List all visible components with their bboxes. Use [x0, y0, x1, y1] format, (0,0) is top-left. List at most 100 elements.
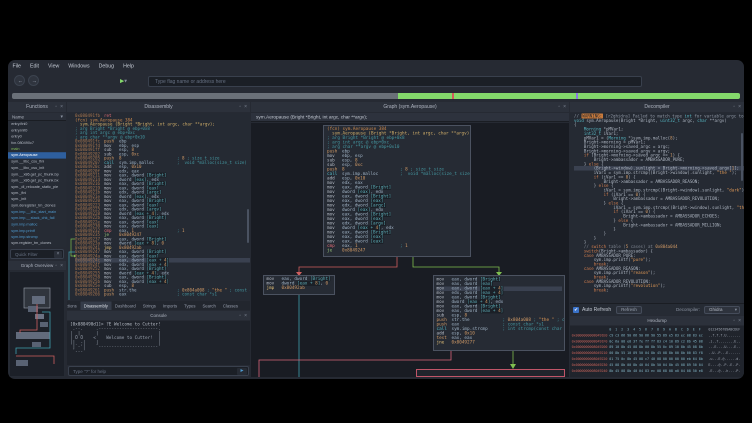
float-icon[interactable]: ▫: [55, 104, 57, 110]
decompiler-toolbar: ✔ Auto Refresh Refresh Decompiler: Ghidr…: [570, 303, 744, 315]
function-list-item[interactable]: sym.register_tm_clones: [8, 240, 66, 246]
decompiler-line: break;: [574, 288, 744, 292]
decompiler-selector-label: Decompiler:: [676, 307, 700, 312]
back-button[interactable]: ←: [14, 75, 25, 86]
dock-tab[interactable]: Disassembly: [80, 302, 111, 311]
seekbar-mapped: [398, 93, 740, 99]
close-icon[interactable]: ×: [563, 104, 566, 110]
toolbar: ← → ▶▾ Type flag name or address here: [8, 72, 744, 90]
console-send-button[interactable]: ▸: [237, 368, 247, 375]
float-icon[interactable]: ▫: [239, 313, 241, 319]
menu-item[interactable]: Help: [119, 60, 139, 72]
graph-overview-header: Graph Overview ▫×: [8, 261, 66, 270]
dock-tab[interactable]: Imports: [159, 302, 180, 311]
menu-item[interactable]: File: [8, 60, 25, 72]
graph-canvas[interactable]: (fcn) sym.Aeropause 384 sym.Aeropause (B…: [251, 123, 569, 377]
hexdump-row[interactable]: 0x00000000080492408b 45 08 8b 40 04 83 e…: [572, 368, 744, 374]
console-input[interactable]: Type "?" for help ▸: [68, 366, 249, 376]
close-icon[interactable]: ×: [738, 104, 741, 110]
graph-overview-minimap[interactable]: [9, 271, 65, 377]
screen: FileEditViewWindowsDebugHelp ← → ▶▾ Type…: [0, 0, 752, 423]
dock-tab[interactable]: Classes: [219, 302, 241, 311]
console-panel-title: Console: [67, 311, 250, 320]
console-ascii-art: .--. .-----------------------. | _|_ | |…: [70, 327, 250, 354]
functions-name-header[interactable]: Name ▾: [8, 113, 66, 121]
float-icon[interactable]: ▫: [733, 104, 735, 110]
close-icon[interactable]: ×: [60, 263, 63, 269]
column-header-label: Name: [12, 115, 24, 120]
minimap-graphic: [10, 272, 64, 376]
menu-bar: FileEditViewWindowsDebugHelp: [8, 60, 744, 72]
close-icon[interactable]: ×: [738, 318, 741, 324]
dock-tab[interactable]: Types: [181, 302, 199, 311]
menu-item[interactable]: View: [44, 60, 64, 72]
decompiler-line: void sym.Aeropause(Bright *Bright, uint3…: [574, 118, 744, 122]
dock-tabs: SectionsDisassemblyDashboardStringsImpor…: [67, 301, 250, 310]
disasm-line[interactable]: 0x08049266pusheax; const char *s1: [75, 292, 250, 296]
decompiler-view[interactable]: // WARNING: [r2ghidra] Failed to match t…: [570, 113, 744, 302]
decompiler-select[interactable]: Ghidra ▾: [704, 306, 740, 314]
graph-node-true[interactable]: moveax, dword [Bright]movdword [eax + 8]…: [263, 275, 335, 295]
graph-node-line: jmp0x80492ab: [267, 286, 335, 291]
menu-item[interactable]: Debug: [94, 60, 118, 72]
graph-signature-bar: sym.Aeropause (Bright *Bright, int argc,…: [251, 113, 569, 122]
functions-list: entry.fini0entry.init0entry0fcn.080490c7…: [8, 121, 66, 247]
disassembly-scrollbar[interactable]: [247, 209, 249, 243]
float-icon[interactable]: ▫: [239, 104, 241, 110]
graph-panel-header: Graph (sym.Aeropause) ▫×: [251, 102, 569, 112]
function-list-item[interactable]: sym._dl_relocate_static_pie: [8, 184, 66, 190]
hexdump-panel-title: Hexdump: [570, 316, 744, 325]
forward-button[interactable]: →: [28, 75, 39, 86]
quick-filter-input[interactable]: Quick Filter ×: [10, 249, 64, 259]
console-panel-header: Console ▫×: [67, 311, 250, 320]
dock-tab[interactable]: Search: [199, 302, 219, 311]
console-output: [0x080490d1]> ?E Welcome to Cutter! .--.…: [67, 321, 250, 365]
forward-icon: →: [29, 76, 39, 86]
float-icon[interactable]: ▫: [733, 318, 735, 324]
clear-filter-button[interactable]: ×: [54, 251, 62, 258]
auto-refresh-checkbox[interactable]: ✔: [573, 307, 579, 313]
function-signature: sym.Aeropause (Bright *Bright, int argc,…: [251, 113, 569, 122]
hexdump-view: 0 1 2 3 4 5 6 7 8 9 A B C D E F012345678…: [570, 326, 744, 377]
graph-node-line: jne0x8049277: [437, 341, 563, 346]
cutter-window: FileEditViewWindowsDebugHelp ← → ▶▾ Type…: [8, 60, 744, 379]
decompiler-panel-header: Decompiler ▫×: [570, 102, 744, 112]
refresh-button[interactable]: Refresh: [616, 306, 642, 314]
dock-tab[interactable]: Dashboard: [111, 302, 139, 311]
graph-node-false[interactable]: moveax, dword [Bright]moveax, dword [eax…: [433, 275, 565, 351]
sort-caret-icon: ▾: [60, 114, 63, 120]
graph-panel-title: Graph (sym.Aeropause): [251, 102, 569, 112]
back-icon: ←: [15, 76, 25, 86]
dock-tab[interactable]: Sections: [67, 302, 80, 311]
menu-item[interactable]: Edit: [25, 60, 43, 72]
close-icon[interactable]: ×: [60, 104, 63, 110]
disassembly-panel-title: Disassembly: [67, 102, 250, 112]
decompiler-scrollbar[interactable]: [741, 133, 743, 181]
float-icon[interactable]: ▫: [558, 104, 560, 110]
menu-item[interactable]: Windows: [64, 60, 94, 72]
close-icon[interactable]: ×: [244, 313, 247, 319]
seekbar-marker-violet: [576, 93, 578, 99]
graph-node-line: je0x8049247: [327, 249, 468, 254]
seekbar-unmapped: [12, 93, 398, 99]
omnibar-placeholder: Type flag name or address here: [149, 77, 641, 87]
functions-panel-header: Functions ▫×: [8, 102, 66, 112]
disassembly-panel-header: Disassembly ▫×: [67, 102, 250, 112]
chevron-down-icon: ▾: [124, 78, 127, 84]
graph-node-partial[interactable]: [416, 369, 565, 377]
hexdump-panel-header: Hexdump ▫×: [570, 316, 744, 325]
graph-node-entry[interactable]: (fcn) sym.Aeropause 384 sym.Aeropause (B…: [323, 125, 471, 257]
decompiler-panel-title: Decompiler: [570, 102, 744, 112]
jump-arrows-gutter: [68, 113, 76, 300]
seekbar[interactable]: [12, 93, 740, 99]
seekbar-marker-red: [452, 93, 454, 99]
dock-tab[interactable]: Strings: [139, 302, 159, 311]
disassembly-view[interactable]: 0x080491fbret(fcn) sym.Aeropause 384 sym…: [67, 113, 250, 300]
float-icon[interactable]: ▫: [55, 263, 57, 269]
auto-refresh-label: Auto Refresh: [582, 307, 611, 313]
console-input-placeholder: Type "?" for help: [69, 367, 248, 376]
close-icon[interactable]: ×: [244, 104, 247, 110]
tasks-button[interactable]: ▶▾: [120, 76, 136, 86]
omnibar-input[interactable]: Type flag name or address here: [148, 76, 642, 87]
chevron-down-icon: ▾: [735, 307, 737, 313]
